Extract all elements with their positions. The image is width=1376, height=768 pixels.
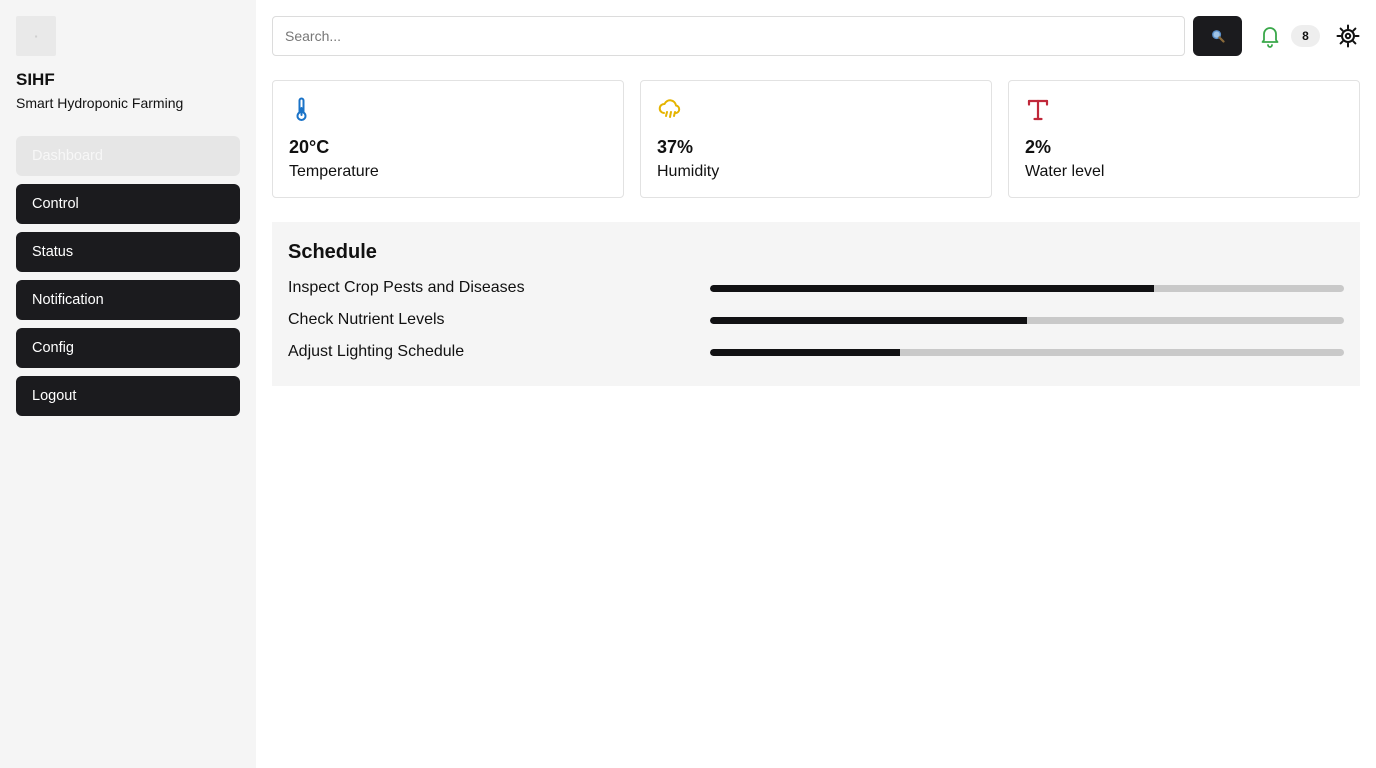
brand-subtitle: Smart Hydroponic Farming xyxy=(16,95,184,111)
task-progress-bar xyxy=(710,316,1344,324)
nav-dashboard-button[interactable]: Dashboard xyxy=(16,136,240,176)
task-progress-bar xyxy=(710,284,1344,292)
nav-control-button[interactable]: Control xyxy=(16,184,240,224)
task-list: Inspect Crop Pests and Diseases Check Nu… xyxy=(288,278,1344,362)
notifications-button[interactable] xyxy=(1258,24,1282,48)
task-name: Adjust Lighting Schedule xyxy=(288,343,465,360)
topbar: 8 xyxy=(272,16,1360,56)
task-progress-fill xyxy=(710,284,1154,292)
gear-icon xyxy=(1336,24,1360,48)
logo-image: ▪ xyxy=(16,16,56,56)
task-row: Adjust Lighting Schedule xyxy=(288,342,1344,362)
magnifier-icon xyxy=(1211,30,1225,43)
temperature-label: Temperature xyxy=(289,163,379,180)
schedule-panel: Schedule Inspect Crop Pests and Diseases… xyxy=(272,222,1360,386)
sidebar-nav: Dashboard Control Status Notification Co… xyxy=(16,136,240,416)
humidity-card: 37% Humidity xyxy=(640,80,992,198)
task-row: Inspect Crop Pests and Diseases xyxy=(288,278,1344,298)
sidebar: ▪ SIHF Smart Hydroponic Farming Dashboar… xyxy=(0,0,256,768)
schedule-title: Schedule xyxy=(288,241,377,263)
task-progress-fill xyxy=(710,316,1027,324)
water-level-value: 2% xyxy=(1025,137,1052,157)
water-level-label: Water level xyxy=(1025,163,1105,180)
cloud-rain-icon xyxy=(658,99,681,118)
nav-status-button[interactable]: Status xyxy=(16,232,240,272)
task-name: Check Nutrient Levels xyxy=(288,311,445,328)
task-name: Inspect Crop Pests and Diseases xyxy=(288,279,525,296)
notification-count-badge: 8 xyxy=(1291,25,1320,47)
sensor-cards: 20°C Temperature 37% Humidity 2% Water l… xyxy=(272,80,1360,198)
search-button[interactable] xyxy=(1193,16,1242,56)
search-input[interactable] xyxy=(272,16,1185,56)
task-row: Check Nutrient Levels xyxy=(288,310,1344,330)
temperature-card: 20°C Temperature xyxy=(272,80,624,198)
brand-title: SIHF xyxy=(16,70,55,89)
nav-logout-button[interactable]: Logout xyxy=(16,376,240,416)
water-level-card: 2% Water level xyxy=(1008,80,1360,198)
bell-icon xyxy=(1261,27,1279,48)
temperature-value: 20°C xyxy=(289,137,330,157)
humidity-label: Humidity xyxy=(657,163,720,180)
settings-button[interactable] xyxy=(1336,24,1360,48)
task-progress-bar xyxy=(710,348,1344,356)
thermometer-icon xyxy=(296,97,307,121)
humidity-value: 37% xyxy=(657,137,694,157)
nav-notification-button[interactable]: Notification xyxy=(16,280,240,320)
nav-config-button[interactable]: Config xyxy=(16,328,240,368)
water-level-icon xyxy=(1027,99,1049,121)
task-progress-fill xyxy=(710,348,901,356)
